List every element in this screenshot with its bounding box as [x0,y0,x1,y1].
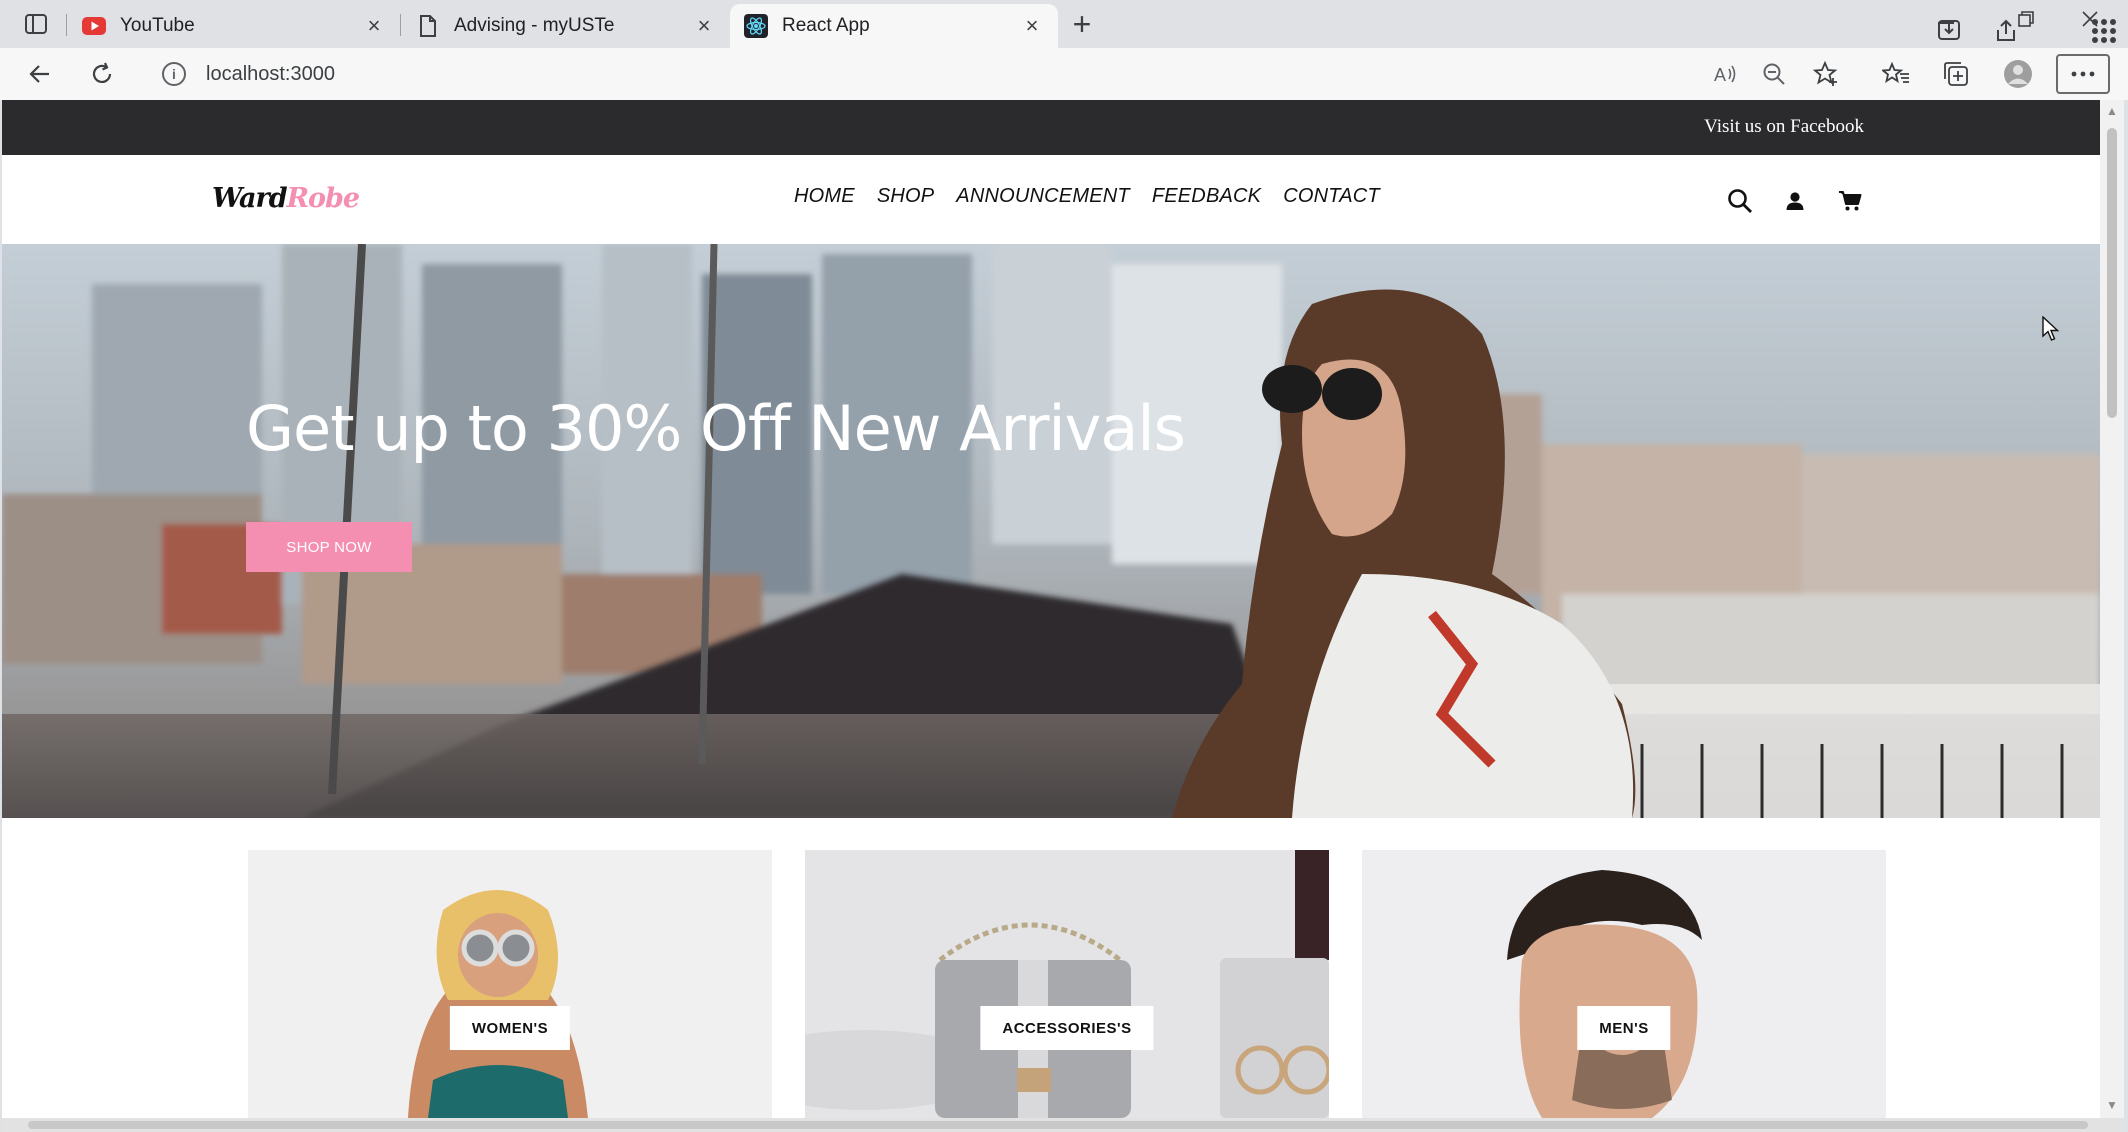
men-category-image [1362,850,1886,1118]
scroll-up-icon[interactable]: ▲ [2106,105,2118,117]
favorites-icon[interactable] [1876,56,1916,92]
category-card-men[interactable]: MEN'S [1362,850,1886,1118]
back-icon[interactable] [20,56,60,92]
accessories-category-image [805,850,1329,1118]
profile-avatar-icon[interactable] [1998,56,2038,92]
search-icon[interactable] [1726,187,1754,215]
user-icon[interactable] [1781,187,1809,215]
accessories-category-label[interactable]: ACCESSORIES'S [980,1006,1154,1050]
main-nav: HOME SHOP ANNOUNCEMENT FEEDBACK CONTACT [794,185,1380,208]
tab-title: YouTube [120,15,195,36]
nav-feedback[interactable]: FEEDBACK [1152,185,1261,208]
nav-contact[interactable]: CONTACT [1283,185,1380,208]
tab-title: React App [782,15,870,36]
mouse-cursor-icon [2042,316,2060,341]
category-card-women[interactable]: WOMEN'S [248,850,772,1118]
apps-grid-icon[interactable] [2086,16,2122,46]
women-category-label[interactable]: WOMEN'S [449,1006,571,1050]
women-category-image [248,850,772,1118]
shop-now-button[interactable]: SHOP NOW [246,522,412,572]
tab-separator [400,14,401,36]
page-viewport: Visit us on Facebook WardRobe HOME SHOP … [2,100,2100,1118]
horizontal-scrollbar-thumb[interactable] [28,1121,2088,1129]
more-menu-icon[interactable] [2056,54,2110,94]
facebook-link[interactable]: Visit us on Facebook [1704,116,1864,138]
youtube-icon [82,14,106,38]
nav-announcement[interactable]: ANNOUNCEMENT [956,185,1130,208]
site-info-icon[interactable]: i [162,62,186,86]
page-icon [416,14,440,38]
tab-react-app[interactable]: React App × [730,4,1058,48]
tab-close-icon[interactable]: × [692,13,716,38]
hero-banner: Get up to 30% Off New Arrivals SHOP NOW [2,244,2100,818]
nav-shop[interactable]: SHOP [877,185,934,208]
tab-title: Advising - myUSTe [454,15,615,36]
read-aloud-icon[interactable]: A [1706,56,1746,92]
new-tab-icon[interactable]: + [1064,6,1100,42]
tab-actions-icon[interactable] [16,8,56,40]
category-card-accessories[interactable]: ACCESSORIES'S [805,850,1329,1118]
top-announcement-bar: Visit us on Facebook [2,100,2100,155]
url-text: localhost:3000 [206,62,335,85]
site-header: WardRobe HOME SHOP ANNOUNCEMENT FEEDBACK… [2,155,2100,244]
site-logo[interactable]: WardRobe [212,183,361,214]
zoom-out-icon[interactable] [1754,56,1794,92]
browser-tab-bar: YouTube × Advising - myUSTe × React App … [0,0,2128,48]
nav-home[interactable]: HOME [794,185,855,208]
men-category-label[interactable]: MEN'S [1577,1006,1671,1050]
url-field[interactable]: i localhost:3000 [144,54,1694,94]
collections-icon[interactable] [1936,56,1976,92]
address-toolbar: i localhost:3000 A [0,48,2128,100]
react-icon [744,14,768,38]
add-favorite-icon[interactable] [1806,56,1846,92]
logo-text-robe: Robe [286,183,361,214]
logo-text-ward: Ward [212,183,288,214]
cart-icon[interactable] [1836,187,1864,215]
horizontal-scrollbar[interactable] [2,1118,2124,1132]
tab-separator [66,14,67,36]
svg-text:A: A [1714,65,1726,85]
scroll-down-icon[interactable]: ▼ [2106,1099,2118,1111]
tab-youtube[interactable]: YouTube × [68,4,400,48]
hero-title: Get up to 30% Off New Arrivals [246,392,1186,465]
tab-close-icon[interactable]: × [362,13,386,38]
restore-icon[interactable] [2008,4,2044,34]
reload-icon[interactable] [82,56,122,92]
downloads-icon[interactable] [1932,14,1968,44]
vertical-scrollbar[interactable]: ▲ ▼ [2100,100,2124,1118]
scrollbar-thumb[interactable] [2107,128,2117,418]
tab-advising[interactable]: Advising - myUSTe × [402,4,730,48]
tab-close-icon[interactable]: × [1020,13,1044,38]
